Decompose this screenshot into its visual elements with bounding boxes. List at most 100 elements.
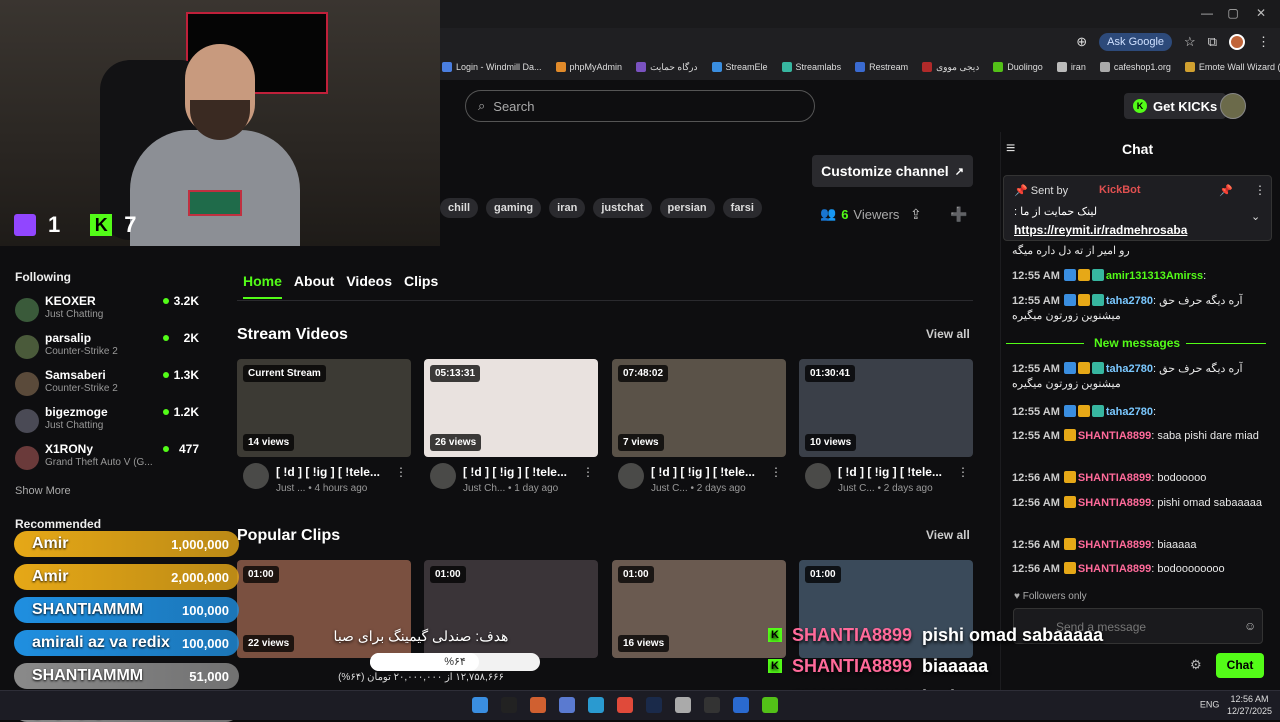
chat-username[interactable]: amir131313Amirss (1106, 270, 1203, 282)
emoji-icon[interactable]: ☺ (1244, 619, 1256, 633)
bookmark-item[interactable]: دیجی مووی (922, 62, 979, 73)
bookmark-item[interactable]: Restream (855, 62, 908, 72)
start-icon[interactable] (472, 697, 488, 713)
bookmark-item[interactable]: درگاه حمایت (636, 62, 698, 73)
obs-icon[interactable] (675, 697, 691, 713)
tab-about[interactable]: About (294, 273, 334, 299)
thumbnail[interactable]: 01:30:41 10 views (799, 359, 973, 457)
tray-language[interactable]: ENG (1200, 699, 1220, 709)
bookmark-item[interactable]: cafeshop1.org (1099, 62, 1171, 72)
pinned-menu-icon[interactable]: ⋮ (1254, 183, 1266, 197)
following-item[interactable]: Samsaberi Counter-Strike 2 1.3K (15, 368, 205, 404)
chat-username[interactable]: taha2780 (1106, 295, 1153, 307)
channel-avatar[interactable] (430, 463, 456, 489)
following-item[interactable]: bigezmoge Just Chatting 1.2K (15, 405, 205, 441)
chat-username[interactable]: taha2780 (1106, 406, 1153, 418)
unpin-icon[interactable]: 📌 (1219, 184, 1233, 197)
chat-username[interactable]: SHANTIA8899 (1078, 563, 1151, 575)
app-icon[interactable] (762, 697, 778, 713)
chrome-icon[interactable] (617, 697, 633, 713)
app-icon[interactable] (559, 697, 575, 713)
following-item[interactable]: X1RONy Grand Theft Auto V (G... 477 (15, 442, 205, 478)
chat-username[interactable]: SHANTIA8899 (1078, 497, 1151, 509)
chat-settings-icon[interactable]: ⚙ (1190, 657, 1202, 673)
menu-icon[interactable]: ⋮ (1257, 34, 1270, 50)
view-all-clips-link[interactable]: View all (926, 528, 970, 542)
thumbnail[interactable]: Current Stream 14 views (237, 359, 411, 457)
pinned-link[interactable]: https://reymit.ir/radmehrosaba (1014, 223, 1187, 237)
app-icon[interactable] (733, 697, 749, 713)
bookmark-item[interactable]: StreamEle (711, 62, 768, 72)
zoom-icon[interactable]: ⊕ (1076, 34, 1087, 50)
telegram-icon[interactable] (588, 697, 604, 713)
bookmark-item[interactable]: Login - Windmill Da... (442, 62, 542, 72)
chat-username[interactable]: SHANTIA8899 (1078, 430, 1151, 442)
more-options-icon[interactable]: ⋮ (770, 465, 782, 479)
channel-category: Just Chatting (45, 420, 104, 431)
video-card[interactable]: 01:30:41 10 views [ !d ] [ !ig ] [ !tele..… (799, 359, 973, 509)
tag-justchat[interactable]: justchat (593, 198, 652, 218)
channel-avatar[interactable] (618, 463, 644, 489)
video-card[interactable]: 05:13:31 26 views [ !d ] [ !ig ] [ !tele..… (424, 359, 598, 509)
clip-card[interactable]: 01:00 16 views (612, 560, 786, 710)
thumbnail[interactable]: 07:48:02 7 views (612, 359, 786, 457)
following-item[interactable]: parsalip Counter-Strike 2 2K (15, 331, 205, 367)
video-title[interactable]: [ !d ] [ !ig ] [ !tele... (463, 465, 583, 479)
share-icon[interactable]: ⇪ (910, 206, 922, 223)
close-icon[interactable]: ✕ (1250, 6, 1272, 20)
tag-chill[interactable]: chill (440, 198, 479, 218)
bookmark-item[interactable]: Emote Wall Wizard (... (1184, 62, 1280, 72)
extensions-icon[interactable]: ⧉ (1208, 34, 1217, 50)
search-input[interactable]: ⌕ Search (465, 90, 815, 122)
tag-gaming[interactable]: gaming (486, 198, 542, 218)
steam-icon[interactable] (646, 697, 662, 713)
search-icon[interactable] (501, 697, 517, 713)
chevron-down-icon[interactable]: ⌄ (1251, 210, 1260, 223)
maximize-icon[interactable]: ▢ (1222, 6, 1244, 20)
thumbnail[interactable]: 01:00 16 views (612, 560, 786, 658)
bookmark-item[interactable]: Streamlabs (781, 62, 841, 72)
more-options-icon[interactable]: ⋮ (957, 465, 969, 479)
bookmark-star-icon[interactable]: ☆ (1184, 34, 1196, 50)
minimize-icon[interactable]: — (1196, 6, 1218, 20)
chat-username[interactable]: SHANTIA8899 (1078, 472, 1151, 484)
tag-farsi[interactable]: farsi (722, 198, 762, 218)
tab-home[interactable]: Home (243, 273, 282, 299)
thumbnail[interactable]: 05:13:31 26 views (424, 359, 598, 457)
get-kicks-button[interactable]: K Get KICKs (1124, 93, 1227, 119)
customize-channel-button[interactable]: Customize channel ↗ (812, 155, 973, 187)
app-icon[interactable] (530, 697, 546, 713)
show-more-link[interactable]: Show More (15, 485, 71, 497)
video-card[interactable]: 07:48:02 7 views [ !d ] [ !ig ] [ !tele...… (612, 359, 786, 509)
profile-avatar[interactable] (1229, 34, 1245, 50)
chat-username[interactable]: SHANTIA8899 (1078, 539, 1151, 551)
tag-iran[interactable]: iran (549, 198, 586, 218)
terminal-icon[interactable] (704, 697, 720, 713)
more-options-icon[interactable]: ⋮ (395, 465, 407, 479)
bookmark-item[interactable]: iran (1056, 62, 1086, 72)
bookmark-item[interactable]: phpMyAdmin (555, 62, 622, 72)
channel-avatar[interactable] (243, 463, 269, 489)
viewer-count: 2K (183, 331, 199, 345)
channel-avatar[interactable] (805, 463, 831, 489)
tab-videos[interactable]: Videos (346, 273, 392, 299)
bookmark-item[interactable]: Duolingo (993, 62, 1043, 72)
chat-username[interactable]: taha2780 (1106, 363, 1153, 375)
video-title[interactable]: [ !d ] [ !ig ] [ !tele... (651, 465, 771, 479)
tag-persian[interactable]: persian (659, 198, 715, 218)
chat-send-button[interactable]: Chat (1216, 653, 1264, 678)
ask-google-button[interactable]: Ask Google (1099, 33, 1173, 51)
video-card[interactable]: Current Stream 14 views [ !d ] [ !ig ] [ !… (237, 359, 411, 509)
video-title[interactable]: [ !d ] [ !ig ] [ !tele... (838, 465, 958, 479)
following-item[interactable]: KEOXER Just Chatting 3.2K (15, 294, 205, 330)
message-text: bodoooooooo (1157, 563, 1225, 575)
tray-date[interactable]: 12/27/2025 (1227, 706, 1272, 716)
collapse-chat-icon[interactable]: ≡ (1006, 140, 1015, 158)
follow-icon[interactable]: ➕ (950, 206, 967, 223)
more-options-icon[interactable]: ⋮ (582, 465, 594, 479)
video-title[interactable]: [ !d ] [ !ig ] [ !tele... (276, 465, 396, 479)
tray-time[interactable]: 12:56 AM (1230, 694, 1268, 704)
tab-clips[interactable]: Clips (404, 273, 438, 299)
view-all-videos-link[interactable]: View all (926, 327, 970, 341)
user-avatar[interactable] (1220, 93, 1246, 119)
